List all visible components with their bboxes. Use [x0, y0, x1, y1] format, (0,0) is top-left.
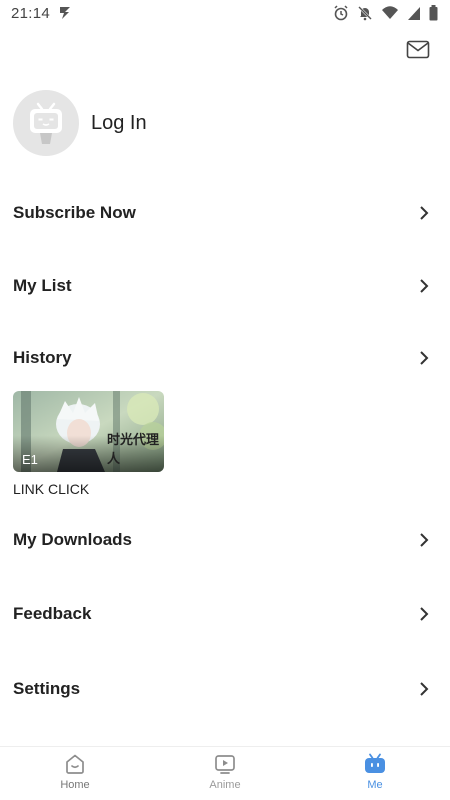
settings-label: Settings	[13, 679, 81, 698]
subscribe-now-row[interactable]: Subscribe Now	[0, 193, 450, 233]
my-list-row[interactable]: My List	[0, 266, 450, 306]
chevron-right-icon	[420, 351, 429, 365]
bottom-nav: Home Anime Me	[0, 746, 450, 800]
tv-me-icon	[365, 753, 385, 773]
chevron-right-icon	[420, 279, 429, 293]
tv-avatar-icon	[30, 102, 62, 144]
bolt-icon	[58, 6, 72, 25]
subscribe-now-label: Subscribe Now	[13, 203, 136, 222]
nav-home-label: Home	[60, 779, 90, 791]
signal-icon	[407, 5, 421, 21]
chevron-right-icon	[420, 682, 429, 696]
feedback-row[interactable]: Feedback	[0, 594, 450, 634]
history-row[interactable]: History	[0, 338, 450, 378]
status-icons	[333, 5, 438, 21]
chevron-right-icon	[420, 607, 429, 621]
mail-icon[interactable]	[406, 40, 430, 60]
my-downloads-label: My Downloads	[13, 530, 133, 549]
battery-icon	[429, 5, 438, 21]
wifi-icon	[381, 5, 399, 21]
status-bar: 21:14	[0, 0, 450, 28]
nav-home[interactable]: Home	[20, 747, 130, 800]
avatar[interactable]	[13, 90, 79, 156]
history-label: History	[13, 348, 72, 367]
nav-anime-label: Anime	[209, 779, 241, 791]
status-time: 21:14	[11, 5, 51, 22]
my-list-label: My List	[13, 276, 72, 295]
chevron-right-icon	[420, 206, 429, 220]
history-item-thumb-text: 时光代理人	[107, 433, 160, 467]
feedback-label: Feedback	[13, 604, 92, 623]
alarm-icon	[333, 5, 349, 21]
chevron-right-icon	[420, 533, 429, 547]
home-icon	[66, 754, 84, 774]
play-icon	[215, 755, 235, 774]
login-row[interactable]: Log In	[13, 90, 433, 156]
my-downloads-row[interactable]: My Downloads	[0, 520, 450, 560]
login-label[interactable]: Log In	[91, 112, 147, 135]
settings-row[interactable]: Settings	[0, 669, 450, 709]
mute-icon	[357, 5, 373, 21]
history-item-title[interactable]: LINK CLICK	[13, 481, 89, 497]
nav-me-label: Me	[367, 779, 383, 791]
history-item-episode: E1	[22, 452, 38, 467]
nav-me[interactable]: Me	[320, 747, 430, 800]
history-item-thumbnail[interactable]: 时光代理人 E1	[13, 391, 164, 472]
nav-anime[interactable]: Anime	[170, 747, 280, 800]
